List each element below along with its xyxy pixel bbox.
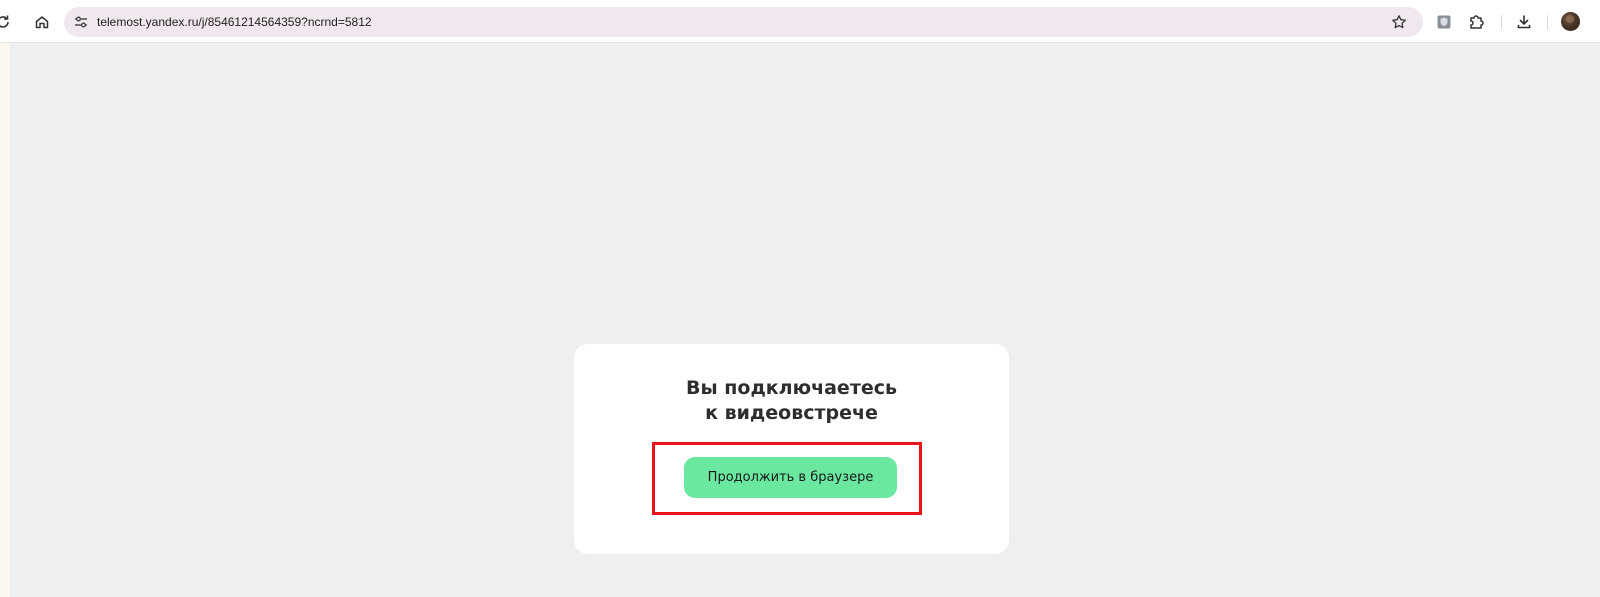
puzzle-icon[interactable] bbox=[1466, 12, 1486, 32]
continue-in-browser-button[interactable]: Продолжить в браузере bbox=[684, 457, 897, 498]
toolbar-separator bbox=[1547, 15, 1548, 29]
reload-icon[interactable] bbox=[0, 13, 12, 31]
star-icon[interactable] bbox=[1390, 13, 1408, 31]
home-icon[interactable] bbox=[33, 13, 51, 31]
join-meeting-card: Вы подключаетесь к видеовстрече Продолжи… bbox=[574, 344, 1009, 554]
card-title-line-1: Вы подключаетесь bbox=[685, 377, 897, 399]
tune-icon[interactable] bbox=[73, 14, 89, 30]
shield-icon[interactable] bbox=[1435, 13, 1453, 31]
address-bar[interactable]: telemost.yandex.ru/j/85461214564359?ncrn… bbox=[64, 7, 1423, 37]
url-text[interactable]: telemost.yandex.ru/j/85461214564359?ncrn… bbox=[97, 15, 372, 29]
card-title: Вы подключаетесь к видеовстрече bbox=[574, 376, 1009, 426]
toolbar-separator bbox=[1501, 15, 1502, 29]
download-icon[interactable] bbox=[1514, 12, 1534, 32]
browser-toolbar: telemost.yandex.ru/j/85461214564359?ncrn… bbox=[0, 0, 1600, 43]
avatar[interactable] bbox=[1561, 12, 1580, 31]
page-viewport: Вы подключаетесь к видеовстрече Продолжи… bbox=[10, 43, 1600, 597]
card-title-line-2: к видеовстрече bbox=[705, 402, 878, 424]
